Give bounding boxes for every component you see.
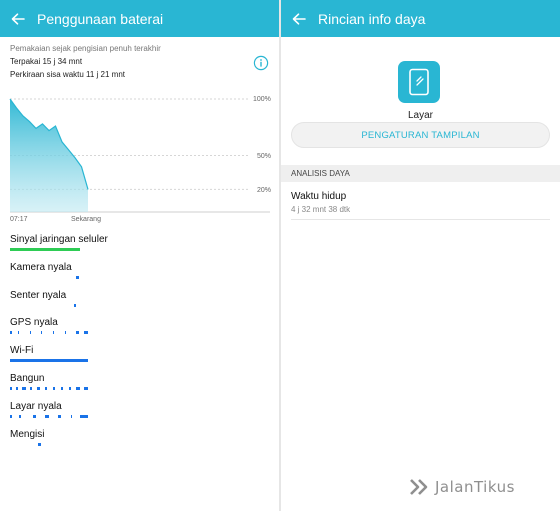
usage-item[interactable]: Layar nyala [10, 400, 270, 428]
y-tick-100: 100% [253, 96, 271, 103]
usage-timeline-bar [10, 248, 88, 251]
usage-segment [10, 331, 12, 335]
usage-item[interactable]: Kamera nyala [10, 261, 270, 289]
usage-segment [17, 331, 20, 335]
usage-segment [68, 386, 71, 390]
page-title: Rincian info daya [318, 10, 426, 27]
remaining-time: Perkiraan sisa waktu 11 j 21 mnt [10, 70, 126, 79]
usage-timeline-bar [10, 442, 88, 446]
x-end-label: Sekarang [71, 216, 101, 223]
usage-segment [38, 442, 42, 446]
usage-segment [58, 414, 61, 418]
usage-segment [76, 386, 81, 390]
usage-segment [41, 331, 43, 335]
usage-timeline-bar [10, 303, 88, 307]
usage-segment [80, 414, 88, 418]
back-button[interactable] [0, 0, 36, 37]
arrow-left-icon [11, 12, 25, 25]
usage-timeline-bar [10, 414, 88, 418]
usage-segment [73, 303, 76, 307]
usage-segment [70, 414, 73, 418]
uptime-stat: Waktu hidup 4 j 32 mnt 38 dtk [291, 190, 350, 216]
usage-segment [37, 386, 40, 390]
used-time: Terpakai 15 j 34 mnt [10, 57, 83, 66]
usage-list: Sinyal jaringan seluler Kamera nyala Sente… [10, 233, 270, 455]
stat-value: 4 j 32 mnt 38 dtk [291, 205, 351, 214]
app-name: Layar [407, 110, 433, 121]
app-bar: Rincian info daya [281, 0, 560, 37]
usage-segment [52, 386, 56, 390]
stat-divider [291, 219, 550, 220]
usage-label: Bangun [10, 372, 45, 384]
usage-timeline-bar [10, 359, 88, 363]
info-icon[interactable] [253, 55, 269, 71]
watermark: JalanTikus [409, 478, 515, 496]
usage-segment [10, 386, 13, 390]
usage-segment [45, 386, 48, 390]
y-tick-20: 20% [257, 187, 272, 194]
battery-chart: 100% 50% 20% 07:17 Sekarang [0, 92, 279, 227]
battery-chart-svg [9, 98, 270, 213]
usage-segment [33, 414, 36, 418]
back-button[interactable] [281, 0, 317, 37]
usage-segment [29, 331, 32, 335]
battery-area [10, 99, 88, 212]
usage-segment [16, 386, 18, 390]
phone-screen-icon [398, 61, 440, 103]
section-header: ANALISIS DAYA [281, 165, 560, 182]
usage-label: Sinyal jaringan seluler [10, 234, 108, 245]
usage-label: GPS nyala [10, 317, 58, 329]
usage-label: Mengisi [10, 428, 45, 440]
usage-timeline-bar [10, 331, 88, 335]
page-title: Penggunaan baterai [37, 10, 164, 27]
usage-segment [21, 386, 26, 390]
usage-segment [10, 359, 88, 363]
watermark-text: JalanTikus [435, 478, 515, 496]
usage-segment [60, 386, 64, 390]
y-tick-50: 50% [257, 153, 272, 160]
usage-segment [84, 386, 88, 390]
app-bar: Penggunaan baterai [0, 0, 279, 37]
usage-timeline-bar [10, 275, 88, 279]
stat-label: Waktu hidup [291, 191, 347, 202]
usage-segment [30, 386, 32, 390]
usage-label: Wi-Fi [10, 345, 34, 357]
usage-segment [64, 331, 67, 335]
usage-timeline-bar [10, 386, 88, 390]
display-settings-button[interactable]: PENGATURAN TAMPILAN [291, 122, 550, 148]
usage-segment [10, 414, 12, 418]
usage-segment [84, 331, 88, 335]
usage-segment [10, 248, 81, 251]
usage-item[interactable]: Wi-Fi [10, 344, 270, 372]
usage-item[interactable]: Senter nyala [10, 289, 270, 317]
usage-label: Kamera nyala [10, 261, 72, 273]
usage-item[interactable]: Bangun [10, 372, 270, 400]
since-label: Pemakaian sejak pengisian penuh terakhir [10, 44, 161, 53]
usage-segment [45, 414, 49, 418]
usage-label: Layar nyala [10, 400, 62, 412]
usage-item[interactable]: Sinyal jaringan seluler [10, 233, 270, 261]
power-detail-screen: Rincian info daya Layar PENGATURAN TAMPI… [281, 0, 560, 511]
battery-usage-screen: Penggunaan baterai Pemakaian sejak pengi… [0, 0, 279, 511]
x-start-label: 07:17 [10, 216, 28, 223]
arrow-left-icon [292, 12, 306, 25]
usage-segment [52, 331, 55, 335]
usage-segment [76, 331, 79, 335]
usage-segment [19, 414, 21, 418]
jalantikus-logo-icon [410, 479, 428, 495]
usage-segment [76, 275, 79, 279]
battery-summary: Pemakaian sejak pengisian penuh terakhir… [0, 37, 279, 81]
usage-label: Senter nyala [10, 289, 67, 301]
usage-item[interactable]: GPS nyala [10, 316, 270, 344]
usage-item[interactable]: Mengisi [10, 428, 270, 456]
